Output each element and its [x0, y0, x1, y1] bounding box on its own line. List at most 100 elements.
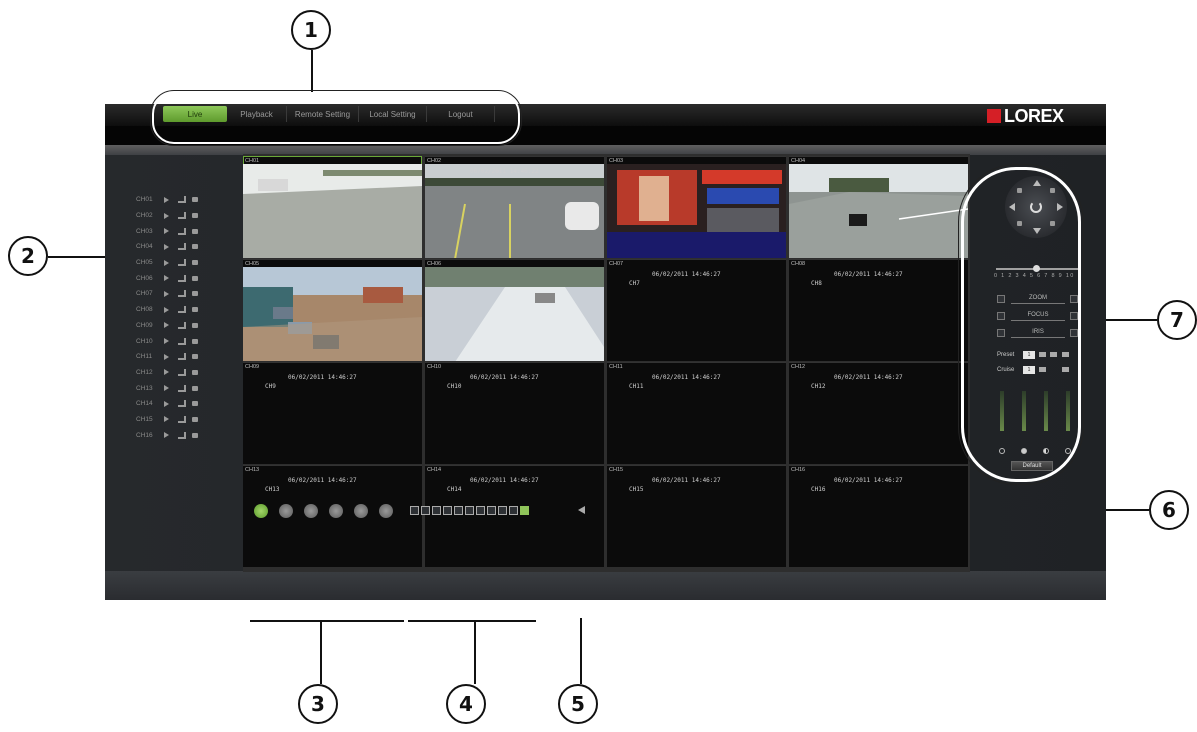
layout-fullscreen-icon[interactable] — [520, 506, 529, 515]
channel-row[interactable]: CH10 — [136, 333, 206, 349]
channel-row[interactable]: CH01 — [136, 192, 206, 208]
play-icon[interactable] — [164, 415, 178, 423]
play-icon[interactable] — [164, 290, 178, 298]
layout-1-icon[interactable] — [410, 506, 419, 515]
signal-bars-icon[interactable] — [178, 321, 192, 329]
camera-icon[interactable] — [192, 415, 206, 423]
layout-20-icon[interactable] — [487, 506, 496, 515]
channel-row[interactable]: CH02 — [136, 208, 206, 224]
camera-cell-ch04[interactable]: CH04 — [789, 156, 968, 258]
signal-bars-icon[interactable] — [178, 415, 192, 423]
signal-bars-icon[interactable] — [178, 368, 192, 376]
play-icon[interactable] — [164, 243, 178, 251]
camera-icon[interactable] — [192, 400, 206, 408]
channel-row[interactable]: CH11 — [136, 349, 206, 365]
camera-cell-ch03[interactable]: CH03 — [607, 156, 786, 258]
camera-icon[interactable] — [192, 259, 206, 267]
camera-cell-ch15[interactable]: CH15 06/02/2011 14:46:27 CH15 — [607, 465, 786, 567]
camera-icon[interactable] — [192, 368, 206, 376]
signal-bars-icon[interactable] — [178, 274, 192, 282]
camera-cell-ch02[interactable]: CH02 06/02/2011 14:46:22 — [425, 156, 604, 258]
camera-cell-ch16[interactable]: CH16 06/02/2011 14:46:27 CH16 — [789, 465, 968, 567]
play-icon[interactable] — [164, 368, 178, 376]
camera-icon[interactable] — [192, 353, 206, 361]
signal-bars-icon[interactable] — [178, 384, 192, 392]
signal-bars-icon[interactable] — [178, 243, 192, 251]
camera-cell-ch09[interactable]: CH09 06/02/2011 14:46:27 CH9 — [243, 362, 422, 464]
signal-bars-icon[interactable] — [178, 431, 192, 439]
camera-cell-ch11[interactable]: CH11 06/02/2011 14:46:27 CH11 — [607, 362, 786, 464]
play-icon[interactable] — [164, 321, 178, 329]
layout-6-icon[interactable] — [432, 506, 441, 515]
camera-icon[interactable] — [192, 196, 206, 204]
signal-bars-icon[interactable] — [178, 259, 192, 267]
signal-bars-icon[interactable] — [178, 196, 192, 204]
camera-icon[interactable] — [192, 306, 206, 314]
play-icon[interactable] — [164, 259, 178, 267]
callout-5-leader — [580, 618, 582, 684]
print-icon[interactable] — [379, 504, 393, 518]
volume-icon[interactable] — [578, 506, 585, 514]
channel-row[interactable]: CH03 — [136, 223, 206, 239]
play-icon[interactable] — [164, 274, 178, 282]
callout-6: 6 — [1149, 490, 1189, 530]
play-icon[interactable] — [164, 227, 178, 235]
signal-bars-icon[interactable] — [178, 227, 192, 235]
play-icon[interactable] — [164, 400, 178, 408]
camera-icon[interactable] — [192, 321, 206, 329]
channel-row[interactable]: CH05 — [136, 255, 206, 271]
camera-icon[interactable] — [192, 337, 206, 345]
channel-row[interactable]: CH07 — [136, 286, 206, 302]
channel-row[interactable]: CH14 — [136, 396, 206, 412]
settings-icon[interactable] — [354, 504, 368, 518]
camera-cell-ch01[interactable]: CH01 — [243, 156, 422, 258]
camera-icon[interactable] — [192, 243, 206, 251]
play-icon[interactable] — [164, 384, 178, 392]
stop-all-icon[interactable] — [279, 504, 293, 518]
camera-cell-ch12[interactable]: CH12 06/02/2011 14:46:27 CH12 — [789, 362, 968, 464]
channel-row[interactable]: CH12 — [136, 365, 206, 381]
camera-icon[interactable] — [192, 290, 206, 298]
camera-icon[interactable] — [192, 384, 206, 392]
signal-bars-icon[interactable] — [178, 353, 192, 361]
layout-8-icon[interactable] — [443, 506, 452, 515]
signal-bars-icon[interactable] — [178, 306, 192, 314]
layout-16-icon[interactable] — [476, 506, 485, 515]
snapshot-icon[interactable] — [329, 504, 343, 518]
camera-cell-ch05[interactable]: CH05 — [243, 259, 422, 361]
channel-label: CH03 — [136, 227, 153, 235]
channel-row[interactable]: CH04 — [136, 239, 206, 255]
play-icon[interactable] — [164, 212, 178, 220]
camera-icon[interactable] — [192, 274, 206, 282]
start-all-icon[interactable] — [254, 504, 268, 518]
channel-row[interactable]: CH15 — [136, 412, 206, 428]
signal-bars-icon[interactable] — [178, 337, 192, 345]
camera-icon[interactable] — [192, 227, 206, 235]
channel-row[interactable]: CH16 — [136, 427, 206, 443]
camera-cell-ch06[interactable]: CH06 — [425, 259, 604, 361]
signal-bars-icon[interactable] — [178, 400, 192, 408]
layout-4-icon[interactable] — [421, 506, 430, 515]
layout-13-icon[interactable] — [465, 506, 474, 515]
signal-bars-icon[interactable] — [178, 290, 192, 298]
layout-32-icon[interactable] — [509, 506, 518, 515]
camera-icon[interactable] — [192, 212, 206, 220]
play-icon[interactable] — [164, 431, 178, 439]
signal-bars-icon[interactable] — [178, 212, 192, 220]
camera-cell-ch08[interactable]: CH08 06/02/2011 14:46:27 CH8 — [789, 259, 968, 361]
play-icon[interactable] — [164, 196, 178, 204]
camera-cell-ch10[interactable]: CH10 06/02/2011 14:46:27 CH10 — [425, 362, 604, 464]
camera-cell-ch14[interactable]: CH14 06/02/2011 14:46:27 CH14 — [425, 465, 604, 567]
channel-row[interactable]: CH08 — [136, 302, 206, 318]
layout-25-icon[interactable] — [498, 506, 507, 515]
layout-9-icon[interactable] — [454, 506, 463, 515]
record-icon[interactable] — [304, 504, 318, 518]
play-icon[interactable] — [164, 337, 178, 345]
camera-icon[interactable] — [192, 431, 206, 439]
play-icon[interactable] — [164, 306, 178, 314]
channel-row[interactable]: CH06 — [136, 270, 206, 286]
camera-cell-ch07[interactable]: CH07 06/02/2011 14:46:27 CH7 — [607, 259, 786, 361]
channel-row[interactable]: CH09 — [136, 318, 206, 334]
play-icon[interactable] — [164, 353, 178, 361]
channel-row[interactable]: CH13 — [136, 380, 206, 396]
